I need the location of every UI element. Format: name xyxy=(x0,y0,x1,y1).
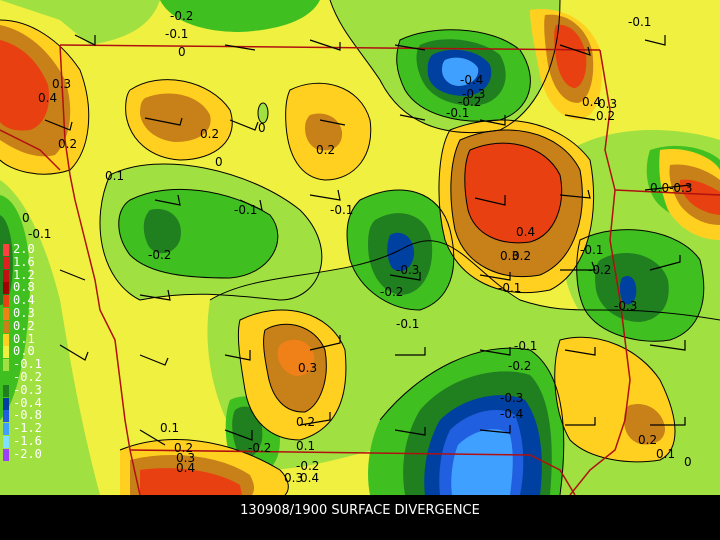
contour-label: 0 xyxy=(258,121,266,135)
legend-swatch xyxy=(3,371,9,384)
legend-swatch xyxy=(3,256,9,269)
contour-label: -0.1 xyxy=(234,203,257,217)
contour-label: 0.3 xyxy=(298,361,317,375)
contour-label: 0.0-0.3 xyxy=(650,181,693,195)
contour-label: -0.3 xyxy=(396,263,419,277)
legend-row: -0.3 xyxy=(3,382,51,397)
contour-label: 0 xyxy=(178,45,186,59)
contour-label: 0.3 xyxy=(52,77,71,91)
contour-label: 0 xyxy=(684,455,692,469)
contour-label: -0.2 xyxy=(588,263,611,277)
contour-label: -0.1 xyxy=(580,243,603,257)
contour-label: -0.1 xyxy=(28,227,51,241)
contour-label: -0.4 xyxy=(460,73,483,87)
contour-label: 0.4 xyxy=(516,225,535,239)
legend-label: -1.6 xyxy=(13,433,42,448)
contour-label: -0.1 xyxy=(396,317,419,331)
contour-label: 0.2 xyxy=(638,433,657,447)
contour-label: 0.2 xyxy=(58,137,77,151)
contour-label: 0.4 xyxy=(38,91,57,105)
contour-label: -0.2 xyxy=(148,248,171,262)
contour-label: 0.4 xyxy=(176,461,195,475)
contour-label: 0.4 xyxy=(300,471,319,485)
legend-swatch xyxy=(3,244,9,256)
legend-swatch xyxy=(3,448,9,461)
contour-label: 0 xyxy=(215,155,223,169)
legend-label: -0.3 xyxy=(13,382,42,397)
legend-swatch xyxy=(3,410,9,423)
legend-row: 0.3 xyxy=(3,306,51,320)
contour-label: 0.2 xyxy=(596,109,615,123)
contour-label: 0.2 xyxy=(512,249,531,263)
contour-label: -0.1 xyxy=(446,106,469,120)
legend-swatch xyxy=(3,423,9,436)
contour-label: -0.3 xyxy=(614,299,637,313)
legend-swatch xyxy=(3,269,9,282)
color-legend: 2.0 1.6 1.2 0.8 0.4 0.3 0.2 0.1 0.0 -0.1 -0.2 -0.3-… xyxy=(3,243,51,461)
legend-label: -2.0 xyxy=(13,446,42,461)
small-blob xyxy=(257,102,269,124)
contour-label: 0.1 xyxy=(160,421,179,435)
legend-swatch xyxy=(3,384,9,397)
contour-label: 0.1 xyxy=(105,169,124,183)
legend-swatch xyxy=(3,346,9,359)
legend-swatch xyxy=(3,307,9,320)
legend-swatch xyxy=(3,282,9,295)
contour-label: -0.1 xyxy=(628,15,651,29)
contour-label: 0.1 xyxy=(656,447,675,461)
contour-label: 0.2 xyxy=(316,143,335,157)
contour-label: 0.2 xyxy=(296,415,315,429)
map-caption: 130908/1900 SURFACE DIVERGENCE xyxy=(240,503,480,518)
legend-label: 0.2 xyxy=(13,318,35,333)
legend-label: 1.6 xyxy=(13,254,35,269)
divergence-map: -0.2-0.100.30.40.2 00.20.100.2-0.1 -0.1-0.… xyxy=(0,0,720,495)
legend-swatch xyxy=(3,333,9,346)
legend-row: -0.2 xyxy=(3,370,51,384)
contour-label: 0.1 xyxy=(296,439,315,453)
legend-swatch xyxy=(3,295,9,308)
contour-label: -0.4 xyxy=(500,407,523,421)
contour-label: -0.1 xyxy=(165,27,188,41)
legend-row: 1.6 xyxy=(3,254,51,269)
contour-label: -0.1 xyxy=(498,281,521,295)
legend-row: -1.6 xyxy=(3,433,51,448)
legend-row: -2.0 xyxy=(3,446,51,461)
contour-label: -0.2 xyxy=(248,441,271,455)
legend-swatch xyxy=(3,435,9,448)
contour-label: -0.2 xyxy=(508,359,531,373)
legend-swatch xyxy=(3,359,9,372)
contour-label: -0.1 xyxy=(330,203,353,217)
contour-label: -0.3 xyxy=(500,391,523,405)
legend-swatch xyxy=(3,320,9,333)
contour-label: -0.2 xyxy=(170,9,193,23)
contour-label: 0 xyxy=(22,211,30,225)
legend-row: 0.2 xyxy=(3,318,51,333)
contour-label: 0.2 xyxy=(200,127,219,141)
contour-label: -0.2 xyxy=(296,459,319,473)
contour-label: -0.2 xyxy=(380,285,403,299)
contour-label: -0.1 xyxy=(514,339,537,353)
legend-row: 2.0 xyxy=(3,243,51,256)
legend-swatch xyxy=(3,397,9,410)
